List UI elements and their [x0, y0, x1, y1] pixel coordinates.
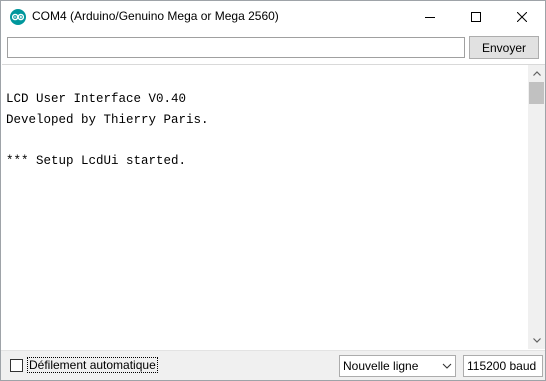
scroll-up-button[interactable]	[528, 65, 545, 82]
output-line: *** Setup LcdUi started.	[6, 153, 187, 168]
status-bar: Défilement automatique Nouvelle ligne 11…	[1, 350, 545, 380]
baud-rate-select[interactable]: 115200 baud	[463, 355, 543, 377]
output-line: ​	[6, 130, 522, 151]
autoscroll-label[interactable]: Défilement automatique	[27, 357, 158, 373]
line-ending-value: Nouvelle ligne	[343, 359, 419, 373]
maximize-button[interactable]	[453, 1, 499, 32]
serial-output-area[interactable]: LCD User Interface V0.40 Developed by Thi…	[2, 64, 545, 349]
scroll-thumb[interactable]	[529, 82, 544, 104]
minimize-icon	[425, 16, 435, 18]
close-button[interactable]	[499, 1, 545, 32]
minimize-button[interactable]	[407, 1, 453, 32]
title-bar[interactable]: COM4 (Arduino/Genuino Mega or Mega 2560)	[1, 1, 545, 32]
serial-output-text: LCD User Interface V0.40 Developed by Thi…	[6, 89, 522, 171]
output-line: LCD User Interface V0.40	[6, 92, 187, 106]
baud-rate-value: 115200 baud	[467, 359, 537, 373]
chevron-down-icon	[442, 363, 452, 369]
send-button[interactable]: Envoyer	[469, 36, 539, 59]
send-input[interactable]	[7, 37, 465, 58]
maximize-icon	[471, 11, 481, 22]
serial-monitor-window: COM4 (Arduino/Genuino Mega or Mega 2560)…	[0, 0, 546, 381]
scroll-down-button[interactable]	[528, 332, 545, 349]
window-title: COM4 (Arduino/Genuino Mega or Mega 2560)	[32, 9, 279, 23]
output-line: Developed by Thierry Paris.	[6, 112, 209, 127]
vertical-scrollbar[interactable]	[528, 65, 545, 349]
chevron-up-icon	[532, 71, 541, 76]
chevron-down-icon	[532, 338, 541, 343]
line-ending-select[interactable]: Nouvelle ligne	[339, 355, 456, 377]
autoscroll-checkbox[interactable]	[10, 359, 23, 372]
arduino-icon	[10, 9, 26, 25]
close-icon	[517, 11, 527, 22]
